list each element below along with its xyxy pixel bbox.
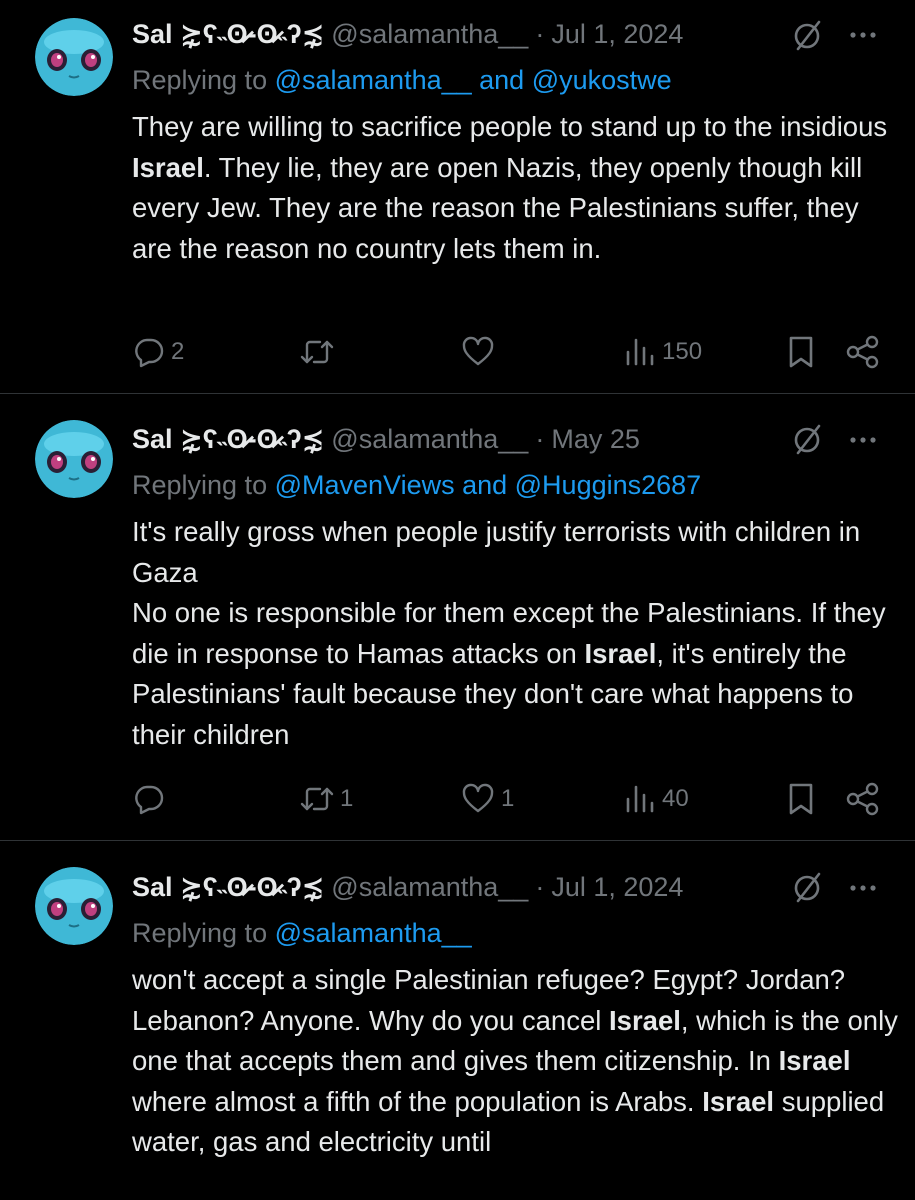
grok-slash-circle-icon[interactable] (790, 18, 824, 52)
tweet-text: They are willing to sacrifice people to … (132, 107, 902, 269)
separator-dot: · (535, 423, 545, 454)
replying-to: Replying to @salamantha__ (132, 913, 915, 953)
tweet-divider (0, 393, 915, 394)
handle[interactable]: @salamantha__ (331, 424, 528, 455)
bookmark-action[interactable] (786, 779, 816, 819)
share-icon (846, 335, 879, 369)
reply-bubble-icon (135, 785, 164, 815)
replying-to-mentions[interactable]: @salamantha__ (275, 918, 472, 948)
replying-to: Replying to @MavenViews and @Huggins2687 (132, 465, 915, 505)
highlighted-term: Israel (584, 637, 657, 669)
display-name[interactable]: Sal ⋩ʕ˵ʘ̷-ʘ̷˵ʔ⋨ (132, 424, 324, 455)
blue-creature-avatar-icon (35, 18, 113, 96)
replying-to-mentions[interactable]: @MavenViews and @Huggins2687 (275, 470, 702, 500)
repost-count: 1 (340, 785, 354, 812)
grok-slash-circle-icon[interactable] (790, 422, 824, 456)
more-dots-icon[interactable] (848, 425, 878, 455)
avatar[interactable] (35, 867, 113, 945)
grok-slash-circle-icon[interactable] (790, 870, 824, 904)
text-run: They are willing to sacrifice people to … (132, 111, 895, 142)
replying-to: Replying to @salamantha__ and @yukostwe (132, 60, 915, 100)
text-run: . They lie, they are open Nazis, they op… (132, 151, 870, 264)
like-action[interactable] (461, 332, 501, 372)
share-action[interactable] (846, 332, 880, 372)
views-count: 40 (662, 785, 689, 812)
share-icon (846, 782, 879, 816)
like-count: 1 (501, 785, 515, 812)
heart-icon (462, 336, 494, 366)
share-action[interactable] (846, 779, 880, 819)
replying-to-label: Replying to (132, 918, 268, 948)
separator-dot: · (535, 871, 545, 902)
bookmark-action[interactable] (786, 332, 816, 372)
replying-to-label: Replying to (132, 470, 268, 500)
repost-action[interactable]: 1 (300, 779, 353, 819)
replying-to-mentions[interactable]: @salamantha__ and @yukostwe (275, 65, 672, 95)
timestamp[interactable]: Jul 1, 2024 (551, 872, 683, 903)
views-bars-icon (626, 338, 654, 366)
highlighted-term: Israel (609, 1004, 681, 1036)
views-action[interactable]: 40 (624, 779, 689, 819)
bookmark-icon (789, 783, 813, 815)
avatar[interactable] (35, 18, 113, 96)
more-dots-icon[interactable] (848, 20, 878, 50)
tweet-text: won't accept a single Palestinian refuge… (132, 960, 902, 1163)
repost-arrows-icon (300, 787, 334, 811)
blue-creature-avatar-icon (35, 420, 113, 498)
views-action[interactable]: 150 (624, 332, 702, 372)
display-name[interactable]: Sal ⋩ʕ˵ʘ̷-ʘ̷˵ʔ⋨ (132, 872, 324, 903)
tweet-divider (0, 840, 915, 841)
more-dots-icon[interactable] (848, 873, 878, 903)
highlighted-term: Israel (132, 151, 204, 183)
heart-icon (462, 783, 494, 813)
timestamp[interactable]: Jul 1, 2024 (551, 19, 683, 50)
views-count: 150 (662, 338, 703, 365)
separator-dot: · (535, 18, 545, 49)
avatar[interactable] (35, 420, 113, 498)
repost-arrows-icon (300, 340, 334, 364)
reply-bubble-icon (135, 338, 164, 368)
like-action[interactable]: 1 (461, 779, 514, 819)
replying-to-label: Replying to (132, 65, 268, 95)
handle[interactable]: @salamantha__ (331, 19, 528, 50)
highlighted-term: Israel (702, 1085, 775, 1117)
tweet-text: It's really gross when people justify te… (132, 512, 902, 755)
bookmark-icon (789, 336, 813, 368)
reply-action[interactable] (133, 779, 171, 819)
reply-count: 2 (171, 338, 185, 365)
display-name[interactable]: Sal ⋩ʕ˵ʘ̷-ʘ̷˵ʔ⋨ (132, 19, 324, 50)
handle[interactable]: @salamantha__ (331, 872, 528, 903)
highlighted-term: Israel (778, 1045, 851, 1076)
blue-creature-avatar-icon (35, 867, 113, 945)
reply-action[interactable]: 2 (133, 332, 184, 372)
repost-action[interactable] (300, 332, 340, 372)
timestamp[interactable]: May 25 (551, 424, 640, 455)
views-bars-icon (626, 785, 654, 813)
